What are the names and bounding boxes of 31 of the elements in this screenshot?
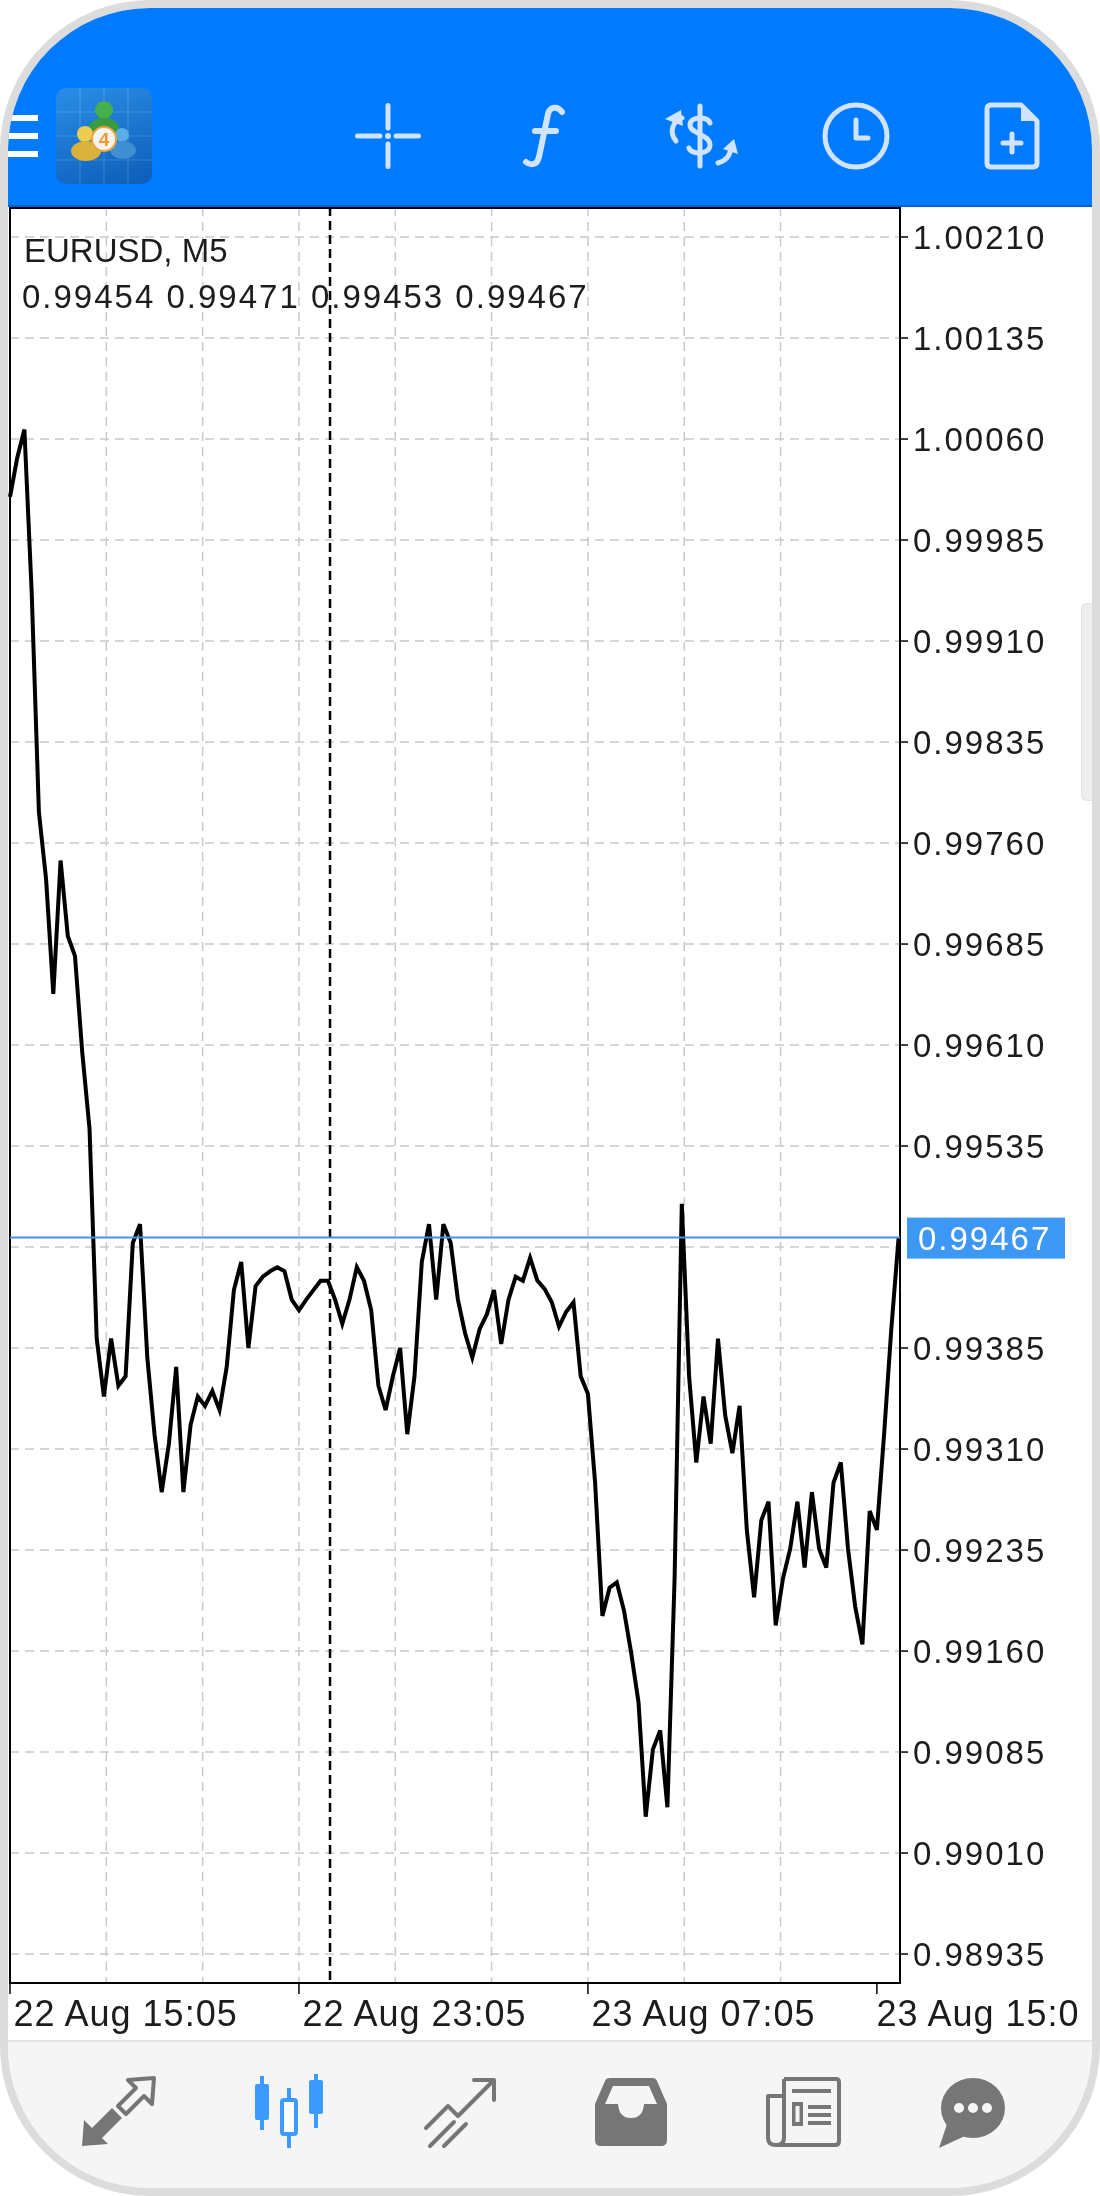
time-axis-label: 22 Aug 15:05 [13,1993,238,2034]
crosshair-icon[interactable] [355,102,421,169]
time-axis-label: 23 Aug 15:0 [876,1993,1080,2034]
price-axis-label: 0.99385 [913,1330,1047,1368]
ohlc-values: 0.99454 0.99471 0.99453 0.99467 [22,278,589,315]
price-axis-label: 0.99985 [913,522,1047,560]
price-axis-label: 0.99535 [913,1128,1047,1166]
menu-button[interactable] [8,114,38,157]
price-axis-label: 1.00210 [913,219,1047,257]
price-axis-label: 1.00135 [913,320,1047,358]
time-axis-label: 23 Aug 07:05 [591,1993,816,2034]
price-axis-label: 0.99610 [913,1027,1047,1065]
price-axis-label: 0.99910 [913,623,1047,661]
function-icon[interactable] [522,103,566,168]
price-axis-label: 0.99685 [913,926,1047,964]
time-axis-label: 22 Aug 23:05 [302,1993,527,2034]
price-axis-label: 0.99085 [913,1734,1047,1772]
price-axis-label: 0.98935 [913,1936,1047,1974]
price-axis-label: 0.99835 [913,724,1047,762]
price-axis-label: 0.99160 [913,1633,1047,1671]
price-axis-label: 0.99235 [913,1532,1047,1570]
price-axis-label: 1.00060 [913,421,1047,459]
price-axis-label: 0.99010 [913,1835,1047,1873]
chart-title: EURUSD, M5 [24,232,228,269]
app-logo: 4 [56,87,152,184]
clock-icon[interactable] [822,101,890,170]
price-axis-label: 0.99310 [913,1431,1047,1469]
add-document-icon[interactable] [984,101,1040,170]
price-axis-label: 0.99760 [913,825,1047,863]
current-price-label: 0.99467 [907,1217,1065,1259]
ref-line-label: 0.99467 [918,1219,1052,1257]
